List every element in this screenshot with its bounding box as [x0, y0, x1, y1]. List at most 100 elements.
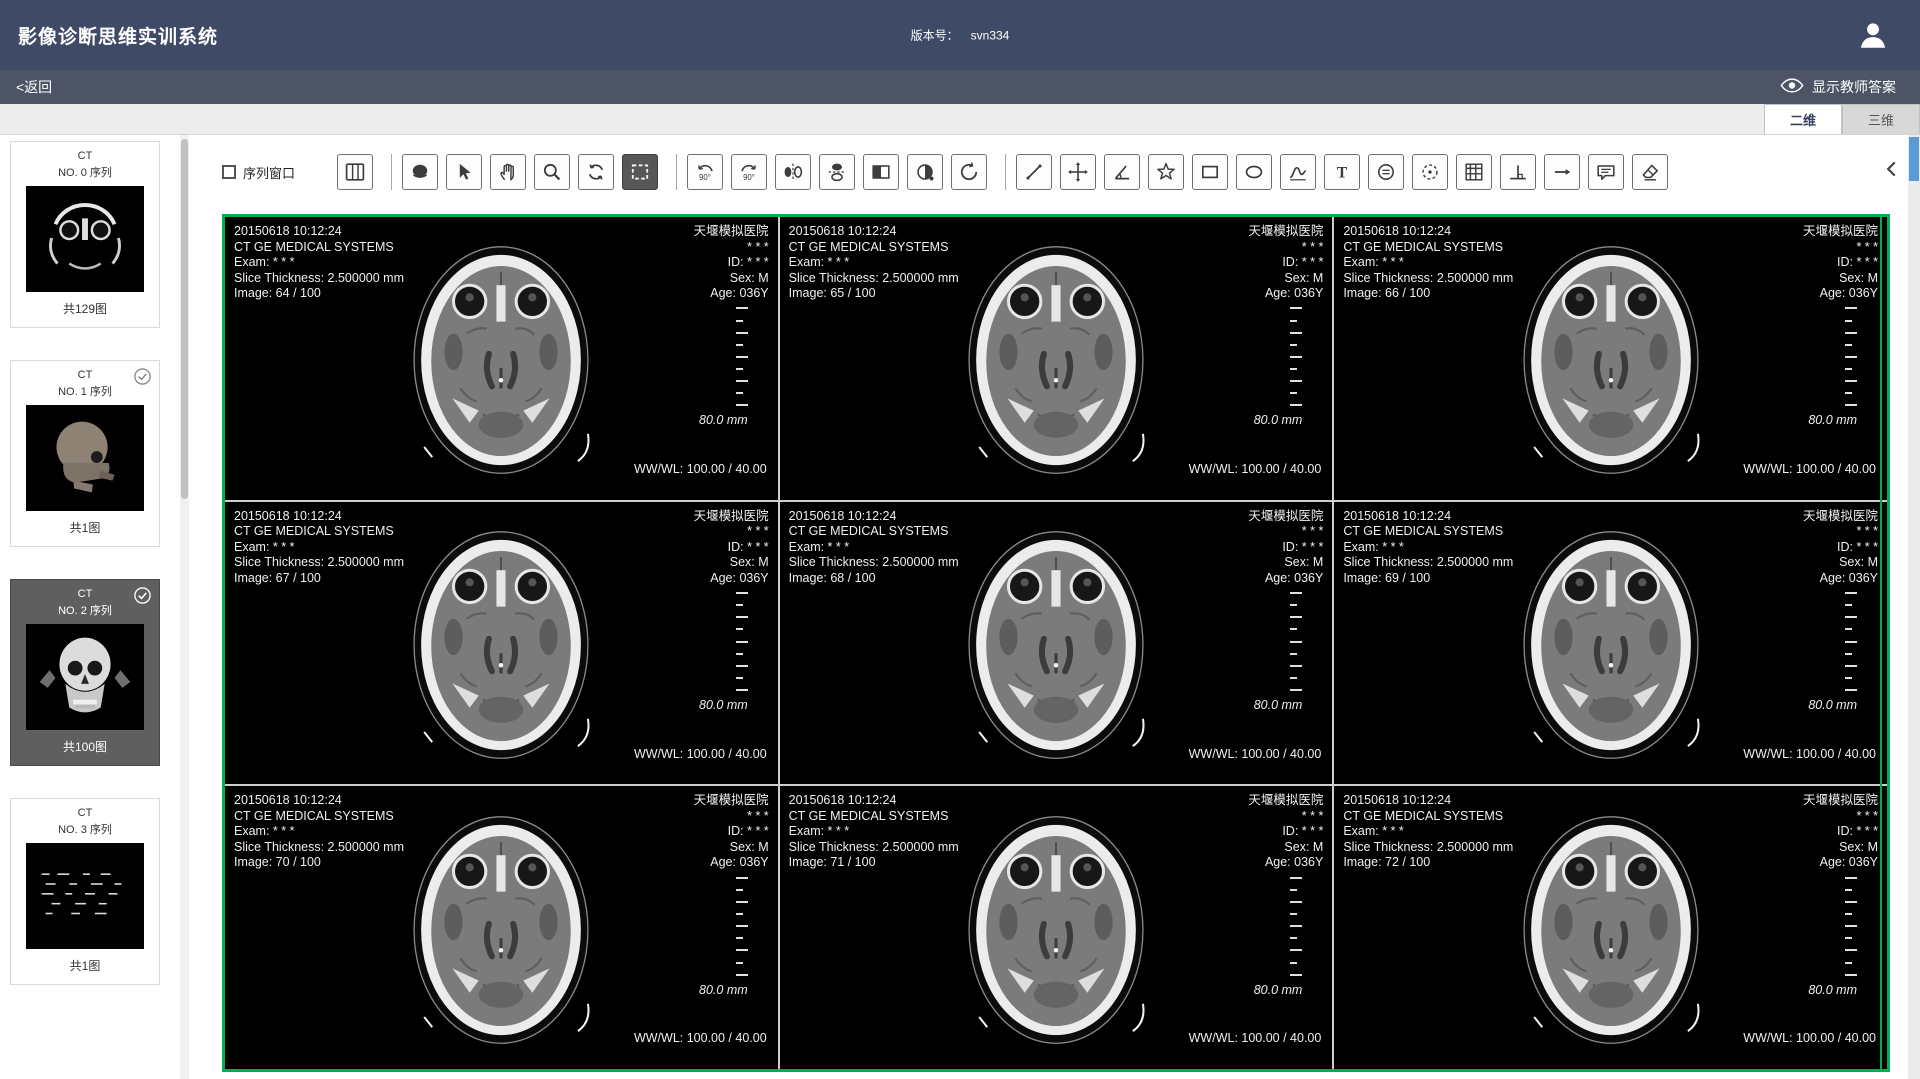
viewer-cell-1[interactable]: 20150618 10:12:24 CT GE MEDICAL SYSTEMS …	[225, 217, 778, 500]
checkbox-icon[interactable]	[222, 165, 236, 179]
scale-ruler	[736, 307, 748, 406]
patient-info-overlay: 天堰模拟医院 * * * ID: * * * Sex: M Age: 036Y	[694, 509, 769, 587]
hospital-label: 天堰模拟医院	[694, 224, 769, 240]
series-card-2[interactable]: CT NO. 2 序列 共100图	[10, 579, 160, 766]
window-level-label: WW/WL: 100.00 / 40.00	[634, 462, 767, 478]
device-label: CT GE MEDICAL SYSTEMS	[234, 240, 404, 256]
annotate-comment-button[interactable]	[1588, 154, 1624, 190]
eye-icon	[1780, 78, 1804, 96]
rotate-free-icon	[584, 160, 608, 184]
app-header: 影像诊断思维实训系统 版本号： svn334	[0, 0, 1920, 70]
measure-line-icon	[1022, 160, 1046, 184]
fill-shutter-button[interactable]	[402, 154, 438, 190]
pseudo-color-button[interactable]	[907, 154, 943, 190]
user-avatar-icon[interactable]	[1856, 18, 1890, 52]
measure-star-button[interactable]	[1148, 154, 1184, 190]
measure-line-button[interactable]	[1016, 154, 1052, 190]
show-teacher-answer-button[interactable]: 显示教师答案	[1780, 77, 1896, 97]
image-index-label: Image: 70 / 100	[234, 855, 404, 871]
age-label: Age: 036Y	[1803, 855, 1878, 871]
measure-point-icon	[1418, 160, 1442, 184]
sex-label: Sex: M	[1803, 271, 1878, 287]
hospital-label: 天堰模拟医院	[694, 793, 769, 809]
image-index-label: Image: 68 / 100	[789, 571, 959, 587]
patient-name-label: * * *	[694, 524, 769, 540]
window-level-label: WW/WL: 100.00 / 40.00	[634, 747, 767, 763]
flip-vertical-button[interactable]	[819, 154, 855, 190]
exam-label: Exam: * * *	[234, 540, 404, 556]
exam-label: Exam: * * *	[234, 824, 404, 840]
pointer-button[interactable]	[446, 154, 482, 190]
version-label: 版本号：	[911, 27, 959, 44]
series-window-checkbox[interactable]: 序列窗口	[222, 163, 295, 182]
window-level-label: WW/WL: 100.00 / 40.00	[1743, 747, 1876, 763]
measure-point-button[interactable]	[1412, 154, 1448, 190]
measure-grid-button[interactable]	[1456, 154, 1492, 190]
layout-grid-button[interactable]	[337, 154, 373, 190]
age-label: Age: 036Y	[1248, 571, 1323, 587]
svg-text:90°: 90°	[699, 173, 711, 182]
viewer-cell-5[interactable]: 20150618 10:12:24 CT GE MEDICAL SYSTEMS …	[780, 502, 1333, 785]
patient-info-overlay: 天堰模拟医院 * * * ID: * * * Sex: M Age: 036Y	[1248, 793, 1323, 871]
pan-button[interactable]	[490, 154, 526, 190]
measure-curve-button[interactable]	[1280, 154, 1316, 190]
series-count: 共1图	[11, 519, 159, 536]
measure-angle-button[interactable]	[1104, 154, 1140, 190]
ct-brain-image	[390, 512, 612, 775]
patient-name-label: * * *	[1248, 524, 1323, 540]
reset-button[interactable]	[951, 154, 987, 190]
magnify-button[interactable]	[534, 154, 570, 190]
sidebar-scrollbar[interactable]	[180, 135, 189, 1079]
pan-icon	[496, 160, 520, 184]
hospital-label: 天堰模拟医院	[1248, 509, 1323, 525]
annotate-arrow-button[interactable]	[1544, 154, 1580, 190]
back-button[interactable]: <返回	[16, 77, 52, 97]
select-region-button[interactable]	[622, 154, 658, 190]
image-index-label: Image: 72 / 100	[1343, 855, 1513, 871]
measure-circle-info-button[interactable]	[1368, 154, 1404, 190]
measure-move-button[interactable]	[1060, 154, 1096, 190]
patient-info-overlay: 天堰模拟医院 * * * ID: * * * Sex: M Age: 036Y	[694, 224, 769, 302]
patient-info-overlay: 天堰模拟医院 * * * ID: * * * Sex: M Age: 036Y	[1803, 793, 1878, 871]
scale-length-label: 80.0 mm	[699, 983, 748, 997]
measure-perpendicular-button[interactable]	[1500, 154, 1536, 190]
viewer-cell-9[interactable]: 20150618 10:12:24 CT GE MEDICAL SYSTEMS …	[1334, 786, 1887, 1069]
series-card-0[interactable]: CT NO. 0 序列 共129图	[10, 141, 160, 328]
viewer-cell-6[interactable]: 20150618 10:12:24 CT GE MEDICAL SYSTEMS …	[1334, 502, 1887, 785]
tab-2d[interactable]: 二维	[1764, 104, 1842, 134]
viewer-cell-3[interactable]: 20150618 10:12:24 CT GE MEDICAL SYSTEMS …	[1334, 217, 1887, 500]
magnify-icon	[540, 160, 564, 184]
patient-info-overlay: 天堰模拟医院 * * * ID: * * * Sex: M Age: 036Y	[694, 793, 769, 871]
measure-curve-icon	[1286, 160, 1310, 184]
viewer-cell-7[interactable]: 20150618 10:12:24 CT GE MEDICAL SYSTEMS …	[225, 786, 778, 1069]
eraser-button[interactable]	[1632, 154, 1668, 190]
nav-bar: <返回 显示教师答案	[0, 70, 1920, 104]
rotate-90-ccw-button[interactable]: 90°	[687, 154, 723, 190]
viewer-cell-8[interactable]: 20150618 10:12:24 CT GE MEDICAL SYSTEMS …	[780, 786, 1333, 1069]
window-scrollbar-thumb[interactable]	[1909, 137, 1919, 181]
sex-label: Sex: M	[1803, 555, 1878, 571]
viewer-cell-2[interactable]: 20150618 10:12:24 CT GE MEDICAL SYSTEMS …	[780, 217, 1333, 500]
measure-circle-info-icon	[1374, 160, 1398, 184]
annotate-text-button[interactable]: T	[1324, 154, 1360, 190]
scale-ruler	[1290, 307, 1302, 406]
rotate-90-cw-button[interactable]: 90°	[731, 154, 767, 190]
series-card-1[interactable]: CT NO. 1 序列 共1图	[10, 360, 160, 547]
age-label: Age: 036Y	[694, 571, 769, 587]
flip-horizontal-button[interactable]	[775, 154, 811, 190]
window-level-label: WW/WL: 100.00 / 40.00	[1743, 1031, 1876, 1047]
measure-rect-button[interactable]	[1192, 154, 1228, 190]
device-label: CT GE MEDICAL SYSTEMS	[1343, 809, 1513, 825]
viewer-cell-4[interactable]: 20150618 10:12:24 CT GE MEDICAL SYSTEMS …	[225, 502, 778, 785]
measure-ellipse-button[interactable]	[1236, 154, 1272, 190]
sidebar-scrollbar-thumb[interactable]	[181, 139, 188, 499]
patient-info-overlay: 天堰模拟医院 * * * ID: * * * Sex: M Age: 036Y	[1803, 224, 1878, 302]
invert-button[interactable]	[863, 154, 899, 190]
tab-3d[interactable]: 三维	[1842, 104, 1920, 134]
series-card-3[interactable]: CT NO. 3 序列 共1图	[10, 798, 160, 985]
device-label: CT GE MEDICAL SYSTEMS	[789, 524, 959, 540]
collapse-panel-button[interactable]	[1880, 156, 1904, 184]
measure-move-icon	[1066, 160, 1090, 184]
window-scrollbar[interactable]	[1908, 135, 1920, 1079]
rotate-free-button[interactable]	[578, 154, 614, 190]
